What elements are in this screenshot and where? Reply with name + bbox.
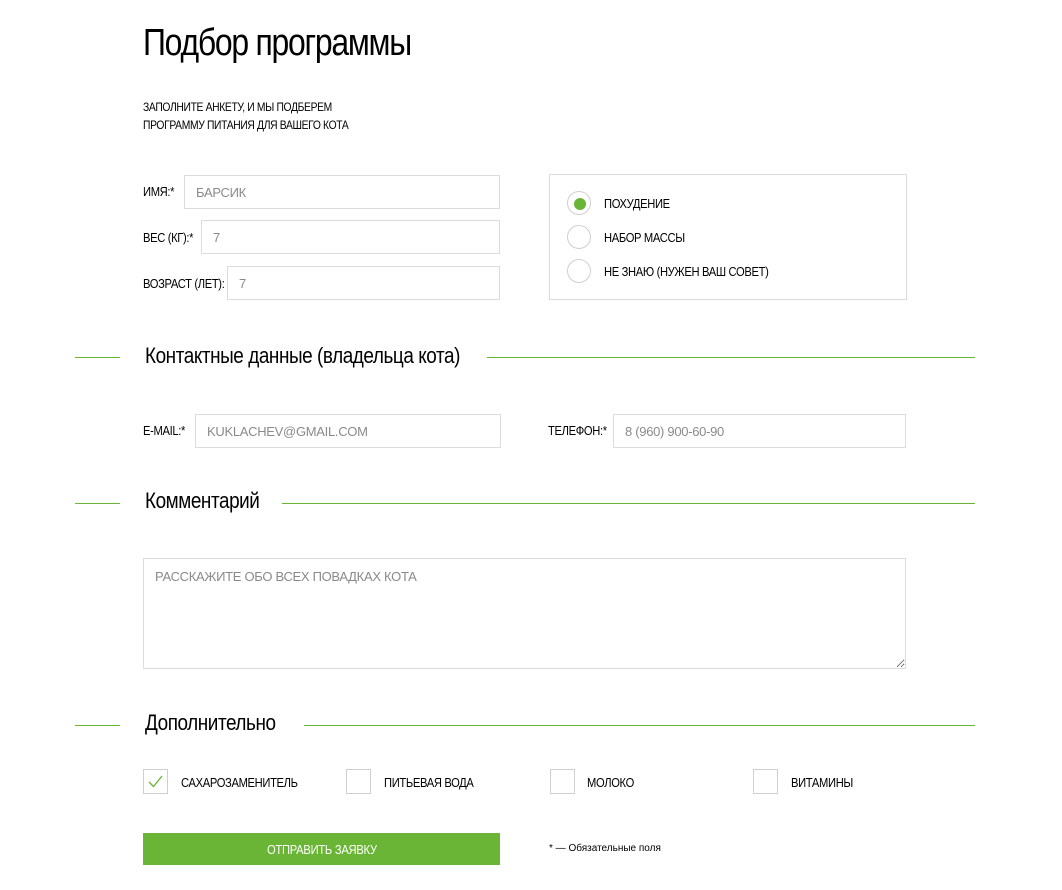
weight-input[interactable] — [201, 220, 500, 254]
goal-radio-need-advice[interactable] — [567, 259, 591, 283]
name-input[interactable] — [184, 175, 500, 209]
age-label: ВОЗРАСТ (ЛЕТ): — [143, 276, 225, 291]
comment-textarea[interactable] — [143, 558, 906, 669]
goal-radio-mass-gain[interactable] — [567, 225, 591, 249]
page-title: Подбор программы — [143, 22, 412, 64]
section-divider — [487, 357, 975, 358]
email-label: E-MAIL:* — [143, 423, 185, 438]
goal-radio-weight-loss[interactable] — [567, 191, 591, 215]
extras-section-title: Дополнительно — [145, 710, 276, 736]
checkbox-milk[interactable] — [550, 769, 575, 794]
checkbox-sweetener[interactable] — [143, 769, 168, 794]
section-divider — [304, 725, 975, 726]
section-divider — [282, 503, 975, 504]
phone-input[interactable] — [613, 414, 906, 448]
checkbox-label: МОЛОКО — [587, 775, 634, 790]
submit-button-label: ОТПРАВИТЬ ЗАЯВКУ — [266, 841, 377, 857]
email-input[interactable] — [195, 414, 501, 448]
checkbox-drinking-water[interactable] — [346, 769, 371, 794]
name-label: ИМЯ:* — [143, 184, 175, 199]
goal-option-label: НАБОР МАССЫ — [604, 230, 685, 245]
section-divider — [75, 725, 120, 726]
contacts-section-title: Контактные данные (владельца кота) — [145, 343, 460, 369]
goal-option-label: НЕ ЗНАЮ (НУЖЕН ВАШ СОВЕТ) — [604, 264, 769, 279]
checkbox-vitamins[interactable] — [753, 769, 778, 794]
section-divider — [75, 357, 120, 358]
checkmark-icon — [148, 775, 163, 788]
section-divider — [75, 503, 120, 504]
weight-label: ВЕС (КГ):* — [143, 230, 194, 245]
goal-option-label: ПОХУДЕНИЕ — [604, 196, 670, 211]
goal-radio-group — [549, 174, 907, 300]
checkbox-label: ВИТАМИНЫ — [791, 775, 853, 790]
subtitle-line-2: ПРОГРАММУ ПИТАНИЯ ДЛЯ ВАШЕГО КОТА — [143, 118, 349, 132]
checkbox-label: САХАРОЗАМЕНИТЕЛЬ — [181, 775, 298, 790]
required-fields-note: * — Обязательные поля — [549, 843, 661, 854]
submit-button[interactable]: ОТПРАВИТЬ ЗАЯВКУ — [143, 833, 500, 865]
checkbox-label: ПИТЬЕВАЯ ВОДА — [384, 775, 474, 790]
comment-section-title: Комментарий — [145, 488, 260, 514]
phone-label: ТЕЛЕФОН:* — [548, 423, 607, 438]
age-input[interactable] — [227, 266, 500, 300]
radio-selected-dot — [574, 198, 586, 210]
subtitle-line-1: ЗАПОЛНИТЕ АНКЕТУ, И МЫ ПОДБЕРЕМ — [143, 100, 332, 114]
page-subtitle: ЗАПОЛНИТЕ АНКЕТУ, И МЫ ПОДБЕРЕМ ПРОГРАММ… — [143, 98, 349, 134]
